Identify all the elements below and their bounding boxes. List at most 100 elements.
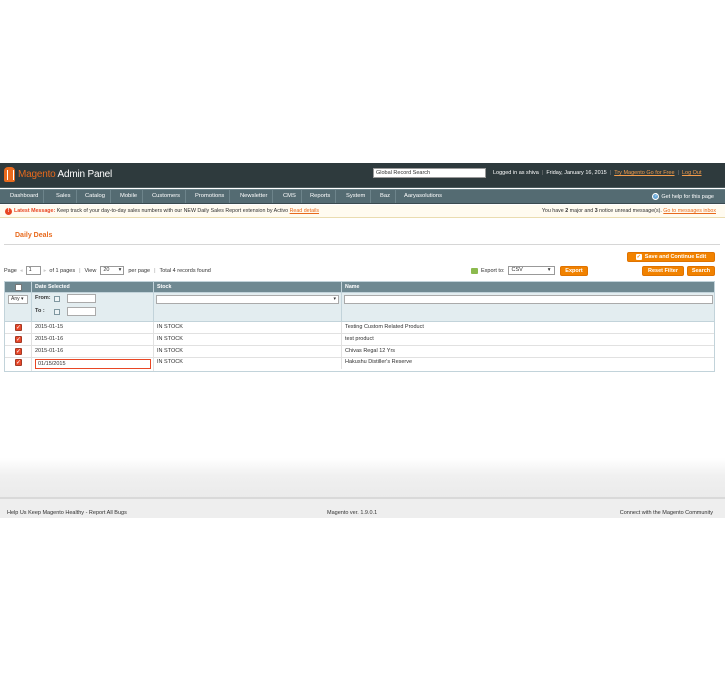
notice-bar: ! Latest Message: Keep track of your day… xyxy=(0,205,725,218)
name-filter-input[interactable] xyxy=(344,295,713,304)
report-bugs-link[interactable]: Help Us Keep Magento Healthy - Report Al… xyxy=(7,510,127,516)
save-continue-label: Save and Continue Edit xyxy=(644,254,707,260)
table-row[interactable]: 01/15/2015 IN STOCK Hakushu Distiller's … xyxy=(5,358,714,371)
any-select-value: Any xyxy=(11,296,20,302)
col-date-selected[interactable]: Date Selected xyxy=(32,282,154,293)
nav-baz[interactable]: Baz xyxy=(375,190,396,203)
current-date: Friday, January 16, 2015 xyxy=(546,170,607,176)
page-number-input[interactable]: 1 xyxy=(25,266,41,275)
row-checkbox[interactable] xyxy=(15,347,22,358)
select-all-header xyxy=(5,282,32,293)
alert-icon: ! xyxy=(5,208,12,215)
per-page-value: 20 xyxy=(103,267,110,273)
col-stock[interactable]: Stock xyxy=(154,282,342,293)
global-search-input[interactable]: Global Record Search xyxy=(373,168,486,178)
row-checkbox[interactable] xyxy=(15,335,22,346)
stock-cell: IN STOCK xyxy=(154,346,342,357)
date-to-input[interactable] xyxy=(67,307,96,316)
logo-word: Magento xyxy=(18,169,56,180)
next-page-icon[interactable]: ▸ xyxy=(44,268,47,274)
nav-newsletter[interactable]: Newsletter xyxy=(235,190,274,203)
header-links: Logged in as shiva | Friday, January 16, 2… xyxy=(493,170,702,176)
grid-header: Date Selected Stock Name xyxy=(5,282,714,293)
community-link[interactable]: Connect with the Magento Community xyxy=(620,510,713,516)
per-page-select[interactable]: 20 ▾ xyxy=(100,266,125,275)
try-magento-go-link[interactable]: Try Magento Go for Free xyxy=(614,170,674,176)
title-divider xyxy=(4,244,720,245)
help-link[interactable]: ? Get help for this page xyxy=(652,193,714,200)
help-label: Get help for this page xyxy=(661,193,714,200)
date-cell: 2015-01-16 xyxy=(32,334,154,345)
unread-text-2: major and xyxy=(568,208,595,214)
view-label: View xyxy=(84,267,97,274)
stock-cell: IN STOCK xyxy=(154,358,342,369)
nav-aaryasolutions[interactable]: Aaryasolutions xyxy=(399,190,447,203)
table-row[interactable]: 2015-01-16 IN STOCK Chivas Regal 12 Yrs xyxy=(5,346,714,358)
grid-filter-row: Any ▾ From: To : ▾ xyxy=(5,293,714,322)
export-icon xyxy=(471,267,478,274)
main-nav: Dashboard Sales Catalog Mobile Customers… xyxy=(0,189,725,204)
page-label: Page xyxy=(4,267,17,274)
stock-cell: IN STOCK xyxy=(154,322,342,333)
calendar-icon[interactable] xyxy=(54,296,60,302)
unread-text-1: You have xyxy=(541,208,566,214)
table-row[interactable]: 2015-01-15 IN STOCK Testing Custom Relat… xyxy=(5,322,714,334)
logout-link[interactable]: Log Out xyxy=(682,170,702,176)
stock-cell: IN STOCK xyxy=(154,334,342,345)
total-records: Total 4 records found xyxy=(159,267,211,274)
name-cell: Chivas Regal 12 Yrs xyxy=(345,348,396,354)
date-from-input[interactable] xyxy=(67,294,96,303)
from-label: From: xyxy=(35,295,51,301)
any-select[interactable]: Any ▾ xyxy=(8,295,28,304)
name-cell: Hakushu Distiller's Reserve xyxy=(345,359,413,365)
nav-cms[interactable]: CMS xyxy=(278,190,302,203)
row-checkbox[interactable] xyxy=(15,323,22,334)
col-name[interactable]: Name xyxy=(342,282,714,293)
check-icon: ✓ xyxy=(635,253,642,260)
latest-message-label: Latest Message: xyxy=(14,208,56,214)
export-format-select[interactable]: CSV ▾ xyxy=(507,266,555,275)
calendar-icon[interactable] xyxy=(54,309,60,315)
row-checkbox[interactable] xyxy=(15,358,22,369)
name-cell: Testing Custom Related Product xyxy=(345,324,424,330)
export-button[interactable]: Export xyxy=(560,266,588,276)
logo-suffix: Admin Panel xyxy=(55,169,113,180)
nav-promotions[interactable]: Promotions xyxy=(190,190,231,203)
prev-page-icon[interactable]: ◂ xyxy=(20,268,23,274)
help-icon: ? xyxy=(652,193,660,200)
deals-grid: Date Selected Stock Name Any ▾ From: To … xyxy=(4,281,715,372)
dropdown-arrow-icon: ▾ xyxy=(118,267,122,273)
export-format-value: CSV xyxy=(511,267,523,273)
export-controls: Export to: CSV ▾ xyxy=(471,266,555,275)
magento-logo[interactable]: Magento Admin Panel xyxy=(4,167,112,182)
table-row[interactable]: 2015-01-16 IN STOCK test product xyxy=(5,334,714,346)
pager: Page ◂ 1 ▸ of 1 pages | View 20 ▾ per pag… xyxy=(4,266,211,275)
stock-filter-select[interactable]: ▾ xyxy=(156,295,339,304)
nav-catalog[interactable]: Catalog xyxy=(80,190,111,203)
page-title: Daily Deals xyxy=(15,232,53,239)
save-continue-button[interactable]: ✓ Save and Continue Edit xyxy=(627,252,715,262)
of-pages-text: of 1 pages xyxy=(49,267,76,274)
magento-version: Magento ver. 1.9.0.1 xyxy=(327,510,378,516)
nav-customers[interactable]: Customers xyxy=(147,190,187,203)
read-details-link[interactable]: Read details xyxy=(290,208,319,214)
search-button[interactable]: Search xyxy=(687,266,715,276)
per-page-label: per page xyxy=(128,267,151,274)
nav-system[interactable]: System xyxy=(341,190,372,203)
name-cell: test product xyxy=(345,336,374,342)
date-cell: 2015-01-15 xyxy=(32,322,154,333)
magento-logo-icon xyxy=(4,167,15,182)
nav-dashboard[interactable]: Dashboard xyxy=(5,190,45,203)
nav-mobile[interactable]: Mobile xyxy=(115,190,144,203)
date-edit-input[interactable]: 01/15/2015 xyxy=(35,359,151,369)
export-label: Export to: xyxy=(481,267,505,274)
messages-inbox-link[interactable]: Go to messages inbox xyxy=(663,208,716,214)
reset-filter-button[interactable]: Reset Filter xyxy=(642,266,684,276)
select-all-checkbox[interactable] xyxy=(15,284,22,291)
nav-sales[interactable]: Sales xyxy=(51,190,77,203)
unread-text-3: notice unread message(s). xyxy=(597,208,664,214)
dropdown-arrow-icon: ▾ xyxy=(333,296,336,302)
to-label: To : xyxy=(35,308,45,314)
nav-reports[interactable]: Reports xyxy=(305,190,337,203)
date-cell: 2015-01-16 xyxy=(32,346,154,357)
